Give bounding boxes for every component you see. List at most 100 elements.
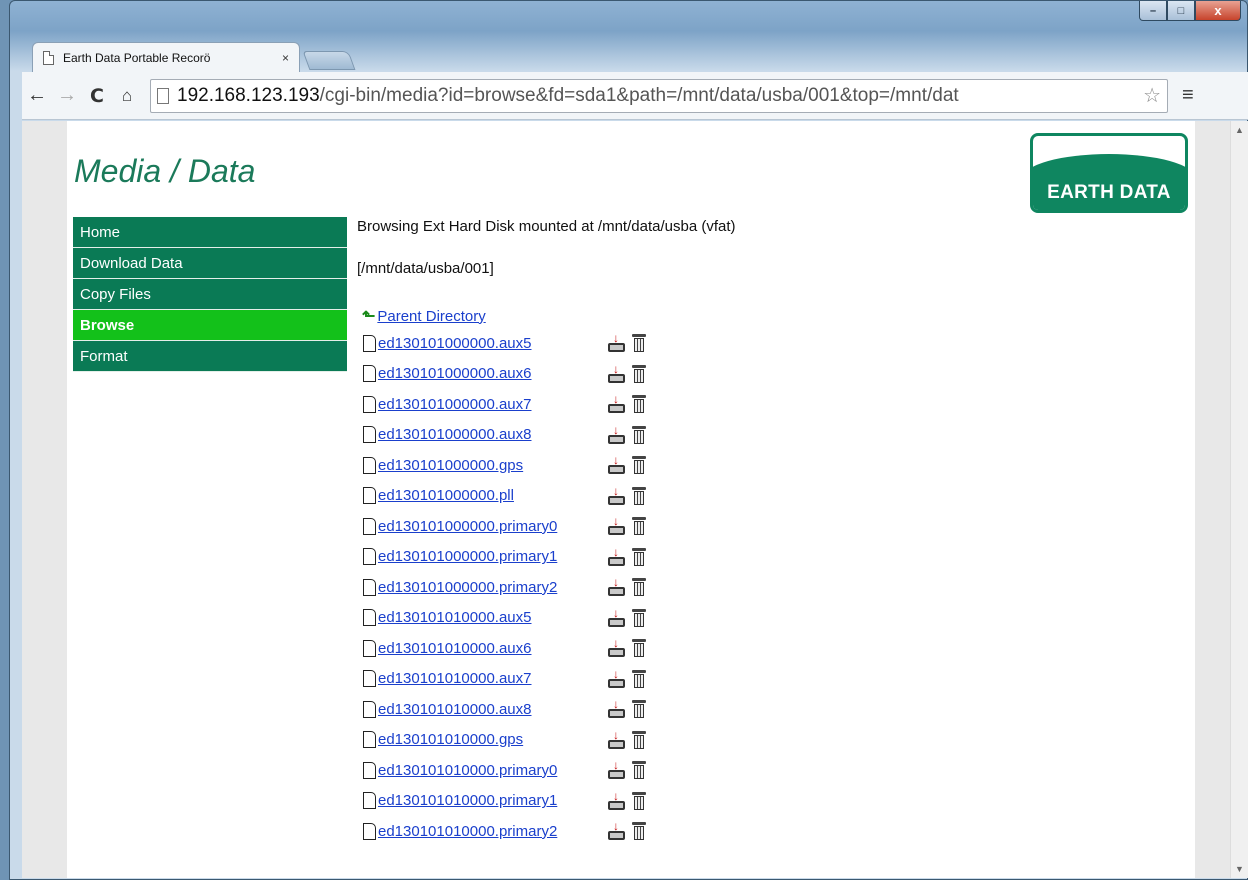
tab-earth-data[interactable]: Earth Data Portable Recorö × xyxy=(32,42,300,72)
file-link[interactable]: ed130101000000.primary1 xyxy=(378,548,607,565)
download-icon[interactable]: ↓ xyxy=(607,424,626,446)
download-icon[interactable]: ↓ xyxy=(607,698,626,720)
trash-icon[interactable] xyxy=(632,638,646,658)
file-link[interactable]: ed130101010000.primary1 xyxy=(378,792,607,809)
file-row: ed130101000000.aux8 ↓ xyxy=(357,420,1177,451)
download-icon[interactable]: ↓ xyxy=(607,790,626,812)
window-caption-buttons: – □ x xyxy=(1139,1,1241,22)
tab-close-icon[interactable]: × xyxy=(282,51,289,65)
file-icon xyxy=(363,609,376,627)
file-link[interactable]: ed130101000000.aux8 xyxy=(378,426,607,443)
menu-item-browse[interactable]: Browse xyxy=(73,310,347,341)
file-icon xyxy=(363,792,376,810)
home-button[interactable]: ⌂ xyxy=(112,81,142,111)
star-icon[interactable]: ☆ xyxy=(1143,83,1161,108)
download-icon[interactable]: ↓ xyxy=(607,332,626,354)
file-row: ed130101000000.pll ↓ xyxy=(357,481,1177,512)
trash-icon[interactable] xyxy=(632,699,646,719)
trash-icon[interactable] xyxy=(632,669,646,689)
download-icon[interactable]: ↓ xyxy=(607,485,626,507)
file-link[interactable]: ed130101010000.aux5 xyxy=(378,609,607,626)
file-icon xyxy=(363,761,376,779)
file-link[interactable]: ed130101010000.aux8 xyxy=(378,701,607,718)
download-icon[interactable]: ↓ xyxy=(607,546,626,568)
menu-item-download-data[interactable]: Download Data xyxy=(73,248,347,279)
file-row: ed130101000000.primary0 ↓ xyxy=(357,511,1177,542)
address-bar[interactable]: 192.168.123.193/cgi-bin/media?id=browse&… xyxy=(150,78,1168,113)
trash-icon[interactable] xyxy=(632,333,646,353)
file-link[interactable]: ed130101000000.aux5 xyxy=(378,335,607,352)
page-icon xyxy=(43,50,54,65)
scroll-down-arrow-icon[interactable]: ▼ xyxy=(1231,860,1248,878)
minimize-button[interactable]: – xyxy=(1139,1,1167,21)
trash-icon[interactable] xyxy=(632,425,646,445)
file-icon xyxy=(363,700,376,718)
file-icon xyxy=(363,822,376,840)
forward-button[interactable]: → xyxy=(52,81,82,111)
parent-directory-link[interactable]: Parent Directory xyxy=(377,308,485,325)
download-icon[interactable]: ↓ xyxy=(607,668,626,690)
download-icon[interactable]: ↓ xyxy=(607,820,626,842)
trash-icon[interactable] xyxy=(632,821,646,841)
file-icon xyxy=(363,731,376,749)
trash-icon[interactable] xyxy=(632,608,646,628)
trash-icon[interactable] xyxy=(632,730,646,750)
new-tab-button[interactable] xyxy=(302,51,356,70)
file-icon xyxy=(363,548,376,566)
file-link[interactable]: ed130101010000.aux6 xyxy=(378,640,607,657)
file-link[interactable]: ed130101000000.pll xyxy=(378,487,607,504)
page-content: Media / Data EARTH DATA Home Download Da… xyxy=(67,121,1195,878)
up-arrow-icon[interactable]: ⬑ xyxy=(362,306,375,326)
download-icon[interactable]: ↓ xyxy=(607,515,626,537)
close-window-button[interactable]: x xyxy=(1195,1,1241,21)
file-link[interactable]: ed130101000000.aux6 xyxy=(378,365,607,382)
download-icon[interactable]: ↓ xyxy=(607,393,626,415)
file-icon xyxy=(363,426,376,444)
file-link[interactable]: ed130101000000.primary0 xyxy=(378,518,607,535)
file-icon xyxy=(363,578,376,596)
download-icon[interactable]: ↓ xyxy=(607,576,626,598)
file-link[interactable]: ed130101000000.aux7 xyxy=(378,396,607,413)
file-row: ed130101010000.primary1 ↓ xyxy=(357,786,1177,817)
file-row: ed130101010000.gps ↓ xyxy=(357,725,1177,756)
url-host: 192.168.123.193 xyxy=(177,84,320,106)
browse-panel: Browsing Ext Hard Disk mounted at /mnt/d… xyxy=(357,218,1177,847)
menu-item-format[interactable]: Format xyxy=(73,341,347,372)
tab-title: Earth Data Portable Recorö xyxy=(63,50,211,65)
scroll-up-arrow-icon[interactable]: ▲ xyxy=(1231,121,1248,139)
file-link[interactable]: ed130101010000.gps xyxy=(378,731,607,748)
menu-item-home[interactable]: Home xyxy=(73,217,347,248)
file-link[interactable]: ed130101000000.primary2 xyxy=(378,579,607,596)
download-icon[interactable]: ↓ xyxy=(607,363,626,385)
vertical-scrollbar[interactable]: ▲ ▼ xyxy=(1230,121,1248,878)
page-icon xyxy=(157,87,169,104)
reload-button[interactable]: C xyxy=(82,81,112,111)
trash-icon[interactable] xyxy=(632,486,646,506)
trash-icon[interactable] xyxy=(632,455,646,475)
trash-icon[interactable] xyxy=(632,577,646,597)
trash-icon[interactable] xyxy=(632,516,646,536)
hamburger-menu-icon[interactable]: ≡ xyxy=(1182,84,1194,107)
download-icon[interactable]: ↓ xyxy=(607,759,626,781)
trash-icon[interactable] xyxy=(632,364,646,384)
download-icon[interactable]: ↓ xyxy=(607,454,626,476)
trash-icon[interactable] xyxy=(632,547,646,567)
file-link[interactable]: ed130101010000.primary0 xyxy=(378,762,607,779)
file-link[interactable]: ed130101000000.gps xyxy=(378,457,607,474)
browser-window: – □ x Earth Data Portable Recorö × ← → C… xyxy=(9,0,1248,880)
file-link[interactable]: ed130101010000.aux7 xyxy=(378,670,607,687)
download-icon[interactable]: ↓ xyxy=(607,729,626,751)
maximize-button[interactable]: □ xyxy=(1167,1,1195,21)
file-icon xyxy=(363,670,376,688)
download-icon[interactable]: ↓ xyxy=(607,607,626,629)
trash-icon[interactable] xyxy=(632,791,646,811)
file-icon xyxy=(363,395,376,413)
arrow-left-icon: ← xyxy=(27,84,47,106)
mount-status: Browsing Ext Hard Disk mounted at /mnt/d… xyxy=(357,218,736,235)
menu-item-copy-files[interactable]: Copy Files xyxy=(73,279,347,310)
download-icon[interactable]: ↓ xyxy=(607,637,626,659)
file-link[interactable]: ed130101010000.primary2 xyxy=(378,823,607,840)
trash-icon[interactable] xyxy=(632,760,646,780)
trash-icon[interactable] xyxy=(632,394,646,414)
back-button[interactable]: ← xyxy=(22,81,52,111)
